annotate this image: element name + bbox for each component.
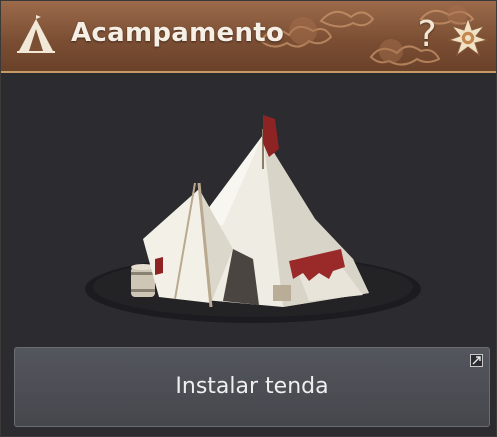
camp-tent-icon: [17, 15, 55, 53]
install-tent-label: Instalar tenda: [175, 374, 329, 399]
sun-emblem-icon[interactable]: [447, 16, 489, 58]
tent-illustration: [85, 115, 421, 323]
expand-corner-icon: [470, 354, 483, 367]
install-tent-button[interactable]: Instalar tenda: [14, 347, 490, 427]
camp-window: Acampamento ? Instalar tenda: [0, 0, 497, 437]
help-button[interactable]: ?: [411, 13, 443, 57]
title-bar: Acampamento ?: [1, 1, 496, 73]
window-title: Acampamento: [71, 18, 285, 48]
